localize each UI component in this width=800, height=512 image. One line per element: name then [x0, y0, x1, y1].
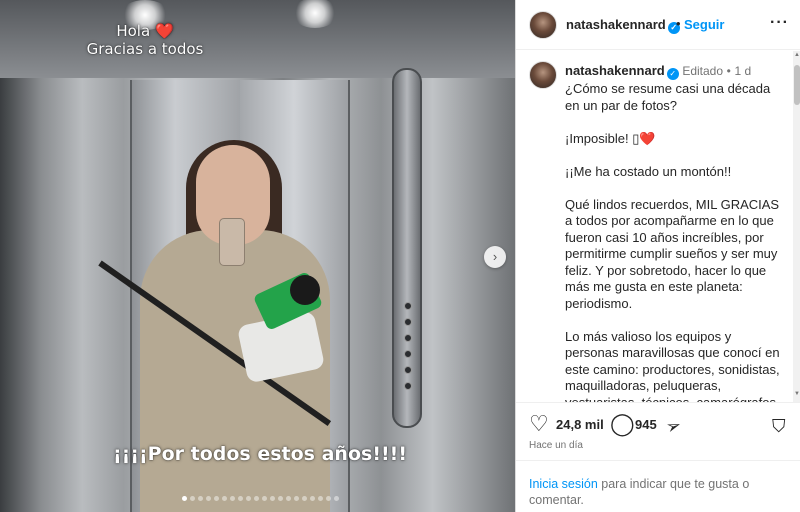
caption-header: natashakennard ✓ Editado • 1 d — [565, 63, 751, 80]
carousel-dot — [309, 496, 315, 501]
elevator-button — [404, 382, 412, 390]
follow-button[interactable]: Seguir — [684, 17, 724, 32]
login-prompt-text: Inicia sesión para indicar que te gusta … — [529, 476, 779, 508]
login-prompt: Inicia sesión para indicar que te gusta … — [516, 460, 800, 512]
carousel-dot — [277, 496, 283, 501]
heart-icon: ❤️ — [154, 22, 174, 40]
caption-paragraph: ¿Cómo se resume casi una década en un pa… — [565, 81, 774, 113]
carousel-dot — [253, 496, 259, 501]
post-age[interactable]: 1 d — [734, 64, 751, 78]
carousel-dot — [213, 496, 219, 501]
more-options-icon[interactable]: ··· — [770, 14, 789, 32]
comment-icon[interactable]: ◯ — [610, 413, 635, 435]
carousel-dot — [237, 496, 243, 501]
edited-label: Editado — [682, 64, 724, 78]
overlay-greeting: Hola ❤️ Gracias a todos — [70, 22, 220, 58]
verified-badge-icon: ✓ — [666, 68, 679, 80]
elevator-button — [404, 350, 412, 358]
caption-username[interactable]: natashakennard — [565, 63, 665, 78]
carousel-dot — [221, 496, 227, 501]
caption-paragraph: Lo más valioso los equipos y personas ma… — [565, 328, 780, 403]
separator-dot: • — [676, 16, 681, 31]
scroll-thumb[interactable] — [794, 65, 800, 105]
carousel-dot — [317, 496, 323, 501]
overlay-caption: ¡¡¡¡Por todos estos años!!!! — [113, 443, 407, 465]
carousel-dot — [261, 496, 267, 501]
post-timestamp[interactable]: Hace un día — [529, 440, 583, 451]
post-photo[interactable]: Hola ❤️ Gracias a todos ¡¡¡¡Por todos es… — [0, 0, 515, 512]
post-header: natashakennard ✓ • Seguir ··· — [516, 0, 800, 50]
elevator-button — [404, 318, 412, 326]
login-link[interactable]: Inicia sesión — [529, 477, 598, 491]
avatar[interactable] — [529, 11, 557, 39]
carousel-dot — [189, 496, 195, 501]
carousel-dot — [301, 496, 307, 501]
elevator-control-panel — [392, 68, 422, 428]
next-slide-button[interactable]: › — [484, 246, 506, 268]
phone — [219, 218, 245, 266]
carousel-dot — [181, 496, 187, 501]
overlay-greeting-line1: Hola — [116, 22, 151, 40]
elevator-button — [404, 366, 412, 374]
carousel-dot — [229, 496, 235, 501]
caption-scrollbar[interactable]: ▲ ▼ — [793, 51, 800, 402]
bookmark-icon[interactable]: ⛉ — [772, 415, 786, 437]
carousel-dot — [285, 496, 291, 501]
elevator-button — [404, 302, 412, 310]
carousel-dot — [205, 496, 211, 501]
scroll-down-icon[interactable]: ▼ — [793, 391, 800, 397]
carousel-dot — [333, 496, 339, 501]
carousel-dot — [197, 496, 203, 501]
username-text[interactable]: natashakennard — [566, 17, 666, 32]
post-side-panel: natashakennard ✓ • Seguir ··· natashakenn… — [515, 0, 800, 512]
caption-paragraph: Qué lindos recuerdos, MIL GRACIAS a todo… — [565, 196, 783, 311]
carousel-dot — [325, 496, 331, 501]
avatar[interactable] — [529, 61, 557, 89]
like-count[interactable]: 24,8 mil — [556, 417, 604, 432]
comment-count: 945 — [635, 417, 657, 432]
carousel-indicator — [170, 496, 350, 502]
scroll-up-icon[interactable]: ▲ — [793, 52, 800, 58]
elevator-button — [404, 334, 412, 342]
like-heart-icon[interactable]: ♡ — [529, 413, 549, 435]
caption-text: ¿Cómo se resume casi una década en un pa… — [565, 81, 787, 402]
carousel-dot — [245, 496, 251, 501]
heart-icon: ❤️ — [639, 130, 656, 146]
caption-paragraph: ¡Imposible! — [565, 130, 633, 146]
share-icon[interactable]: ➢ — [663, 413, 685, 439]
overlay-greeting-line2: Gracias a todos — [86, 40, 204, 58]
microphone-head — [290, 275, 320, 305]
author-username[interactable]: natashakennard ✓ — [566, 17, 680, 34]
caption-section: natashakennard ✓ Editado • 1 d ¿Cómo se r… — [516, 51, 800, 402]
caption-paragraph: ¡¡Me ha costado un montón!! — [565, 163, 732, 179]
separator-dot: • — [726, 64, 731, 78]
chevron-right-icon: › — [492, 249, 498, 264]
carousel-dot — [293, 496, 299, 501]
carousel-dot — [269, 496, 275, 501]
